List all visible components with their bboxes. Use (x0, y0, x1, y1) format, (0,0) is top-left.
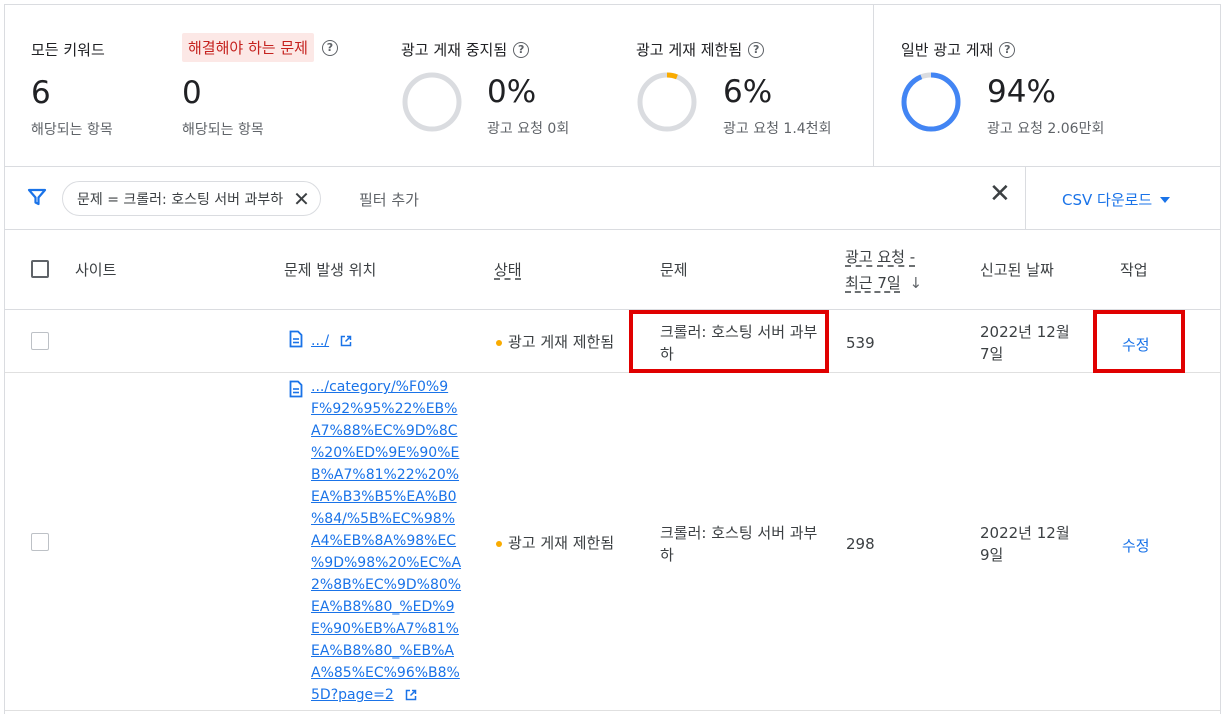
donut-ads-stopped (402, 72, 462, 132)
table-header: 사이트 문제 발생 위치 상태 문제 광고 요청 - 최근 7일 ↓ 신고된 날… (5, 230, 1220, 310)
url-line: E%90%EB%A7%81% (311, 621, 459, 637)
divider (873, 5, 874, 166)
issue-text: 크롤러: 호스팅 서버 과부하 (660, 524, 818, 564)
stat-label: 모든 키워드 (31, 41, 105, 59)
help-icon[interactable]: ? (748, 41, 765, 58)
reported-date: 2022년 12월 9일 (980, 524, 1070, 564)
table-row: .../ 광고 게재 제한됨 크롤러: 호스팅 서버 과부하 539 2022년… (5, 310, 1220, 373)
url-line: EA%B8%80_%ED%9 (311, 599, 455, 615)
filter-icon[interactable] (27, 187, 47, 207)
filter-chip-label: 문제 = 크롤러: 호스팅 서버 과부하 (77, 191, 284, 208)
external-link-icon[interactable] (340, 335, 352, 347)
column-requests-line1[interactable]: 광고 요청 - (845, 246, 915, 267)
stat-value: 0% (487, 74, 537, 110)
stat-ads-normal[interactable]: 일반 광고 게재 ? (901, 39, 1016, 60)
stat-label: 광고 게재 제한됨 (636, 41, 743, 59)
table-row: .../category/%F0%9 F%92%95%22%EB% A7%88%… (5, 373, 1220, 711)
page-icon (289, 330, 303, 348)
warning-dot-icon (496, 540, 502, 547)
row-checkbox[interactable] (31, 332, 49, 350)
stat-value: 0 (182, 75, 202, 111)
stat-sub: 광고 요청 0회 (487, 121, 570, 137)
divider (1025, 167, 1026, 229)
status-text: 광고 게재 제한됨 (508, 534, 615, 552)
filter-bar: 문제 = 크롤러: 호스팅 서버 과부하 ✕ 필터 추가 ✕ CSV 다운로드 (5, 167, 1220, 230)
url-line: %84/%5B%EC%98% (311, 511, 455, 527)
ad-review-panel: 모든 키워드 6 해당되는 항목 해결해야 하는 문제 ? 0 해당되는 항목 … (4, 4, 1221, 714)
csv-download-button[interactable]: CSV 다운로드 (1062, 189, 1171, 210)
column-requests-line2: 최근 7일 (845, 274, 901, 292)
url-line: 2%8B%EC%9D%80% (311, 577, 462, 593)
stat-ads-limited[interactable]: 광고 게재 제한됨 ? (636, 39, 765, 60)
highlight-box-issue (629, 310, 829, 373)
stat-all-keywords[interactable]: 모든 키워드 6 해당되는 항목 (31, 39, 113, 139)
status-text: 광고 게재 제한됨 (508, 333, 615, 351)
summary-strip: 모든 키워드 6 해당되는 항목 해결해야 하는 문제 ? 0 해당되는 항목 … (5, 5, 1220, 167)
stat-label: 일반 광고 게재 (901, 41, 994, 59)
status-cell: 광고 게재 제한됨 (496, 532, 614, 553)
edit-link[interactable]: 수정 (1122, 535, 1150, 556)
stat-sub: 해당되는 항목 (31, 122, 113, 138)
help-icon[interactable]: ? (321, 39, 338, 56)
filter-chip[interactable]: 문제 = 크롤러: 호스팅 서버 과부하 ✕ (62, 181, 321, 216)
url-line: %9D%98%20%EC%A (311, 555, 462, 571)
donut-ads-normal (901, 72, 961, 132)
warning-dot-icon (496, 339, 502, 346)
column-reported-date[interactable]: 신고된 날짜 (980, 259, 1054, 280)
stat-value: 6% (723, 74, 773, 110)
stat-ads-stopped[interactable]: 광고 게재 중지됨 ? (401, 39, 530, 60)
column-location[interactable]: 문제 발생 위치 (284, 259, 376, 280)
remove-filter-icon[interactable]: ✕ (293, 189, 310, 209)
stat-value: 6 (31, 75, 51, 111)
select-all-checkbox[interactable] (31, 260, 49, 278)
page-url-link[interactable]: .../category/%F0%9 F%92%95%22%EB% A7%88%… (311, 376, 471, 706)
url-line: EA%B3%B5%EA%B0 (311, 489, 457, 505)
stat-sub: 광고 요청 1.4천회 (723, 121, 832, 137)
url-line: A7%88%EC%9D%8C (311, 423, 458, 439)
donut-ads-limited (637, 72, 697, 132)
page-url-link[interactable]: .../ (311, 333, 329, 349)
column-requests[interactable]: 최근 7일 ↓ (845, 272, 922, 293)
column-site[interactable]: 사이트 (75, 259, 116, 280)
clear-filters-icon[interactable]: ✕ (989, 181, 1011, 207)
add-filter-input[interactable]: 필터 추가 (359, 189, 419, 210)
help-icon[interactable]: ? (999, 41, 1016, 58)
requests-count: 298 (846, 535, 875, 553)
sort-desc-icon[interactable]: ↓ (910, 274, 923, 292)
column-issue[interactable]: 문제 (660, 259, 688, 280)
url-line: EA%B8%80_%EB%A (311, 643, 454, 659)
url-line: A4%EB%8A%98%EC (311, 533, 457, 549)
column-status[interactable]: 상태 (494, 259, 522, 280)
url-line: 5D?page=2 (311, 687, 394, 703)
stat-label: 광고 게재 중지됨 (401, 41, 508, 59)
row-checkbox[interactable] (31, 533, 49, 551)
highlight-box-edit (1093, 310, 1185, 373)
reported-date: 2022년 12월 7일 (980, 323, 1070, 363)
stat-sub: 해당되는 항목 (182, 122, 264, 138)
url-line: B%A7%81%22%20% (311, 467, 460, 483)
url-line: %20%ED%9E%90%E (311, 445, 460, 461)
dropdown-arrow-icon (1160, 196, 1171, 203)
external-link-icon[interactable] (405, 689, 417, 701)
url-line: A%85%EC%96%B8% (311, 665, 460, 681)
column-action: 작업 (1120, 261, 1148, 279)
requests-count: 539 (846, 334, 875, 352)
stat-sub: 광고 요청 2.06만회 (987, 121, 1105, 137)
stat-issues[interactable]: 해결해야 하는 문제 ? 0 해당되는 항목 (182, 33, 338, 139)
issues-label: 해결해야 하는 문제 (182, 33, 314, 62)
status-cell: 광고 게재 제한됨 (496, 331, 614, 352)
stat-value: 94% (987, 74, 1056, 110)
url-line: F%92%95%22%EB% (311, 401, 458, 417)
help-icon[interactable]: ? (513, 41, 530, 58)
url-line: .../category/%F0%9 (311, 379, 449, 395)
page-icon (289, 380, 303, 398)
csv-download-label: CSV 다운로드 (1062, 191, 1153, 209)
